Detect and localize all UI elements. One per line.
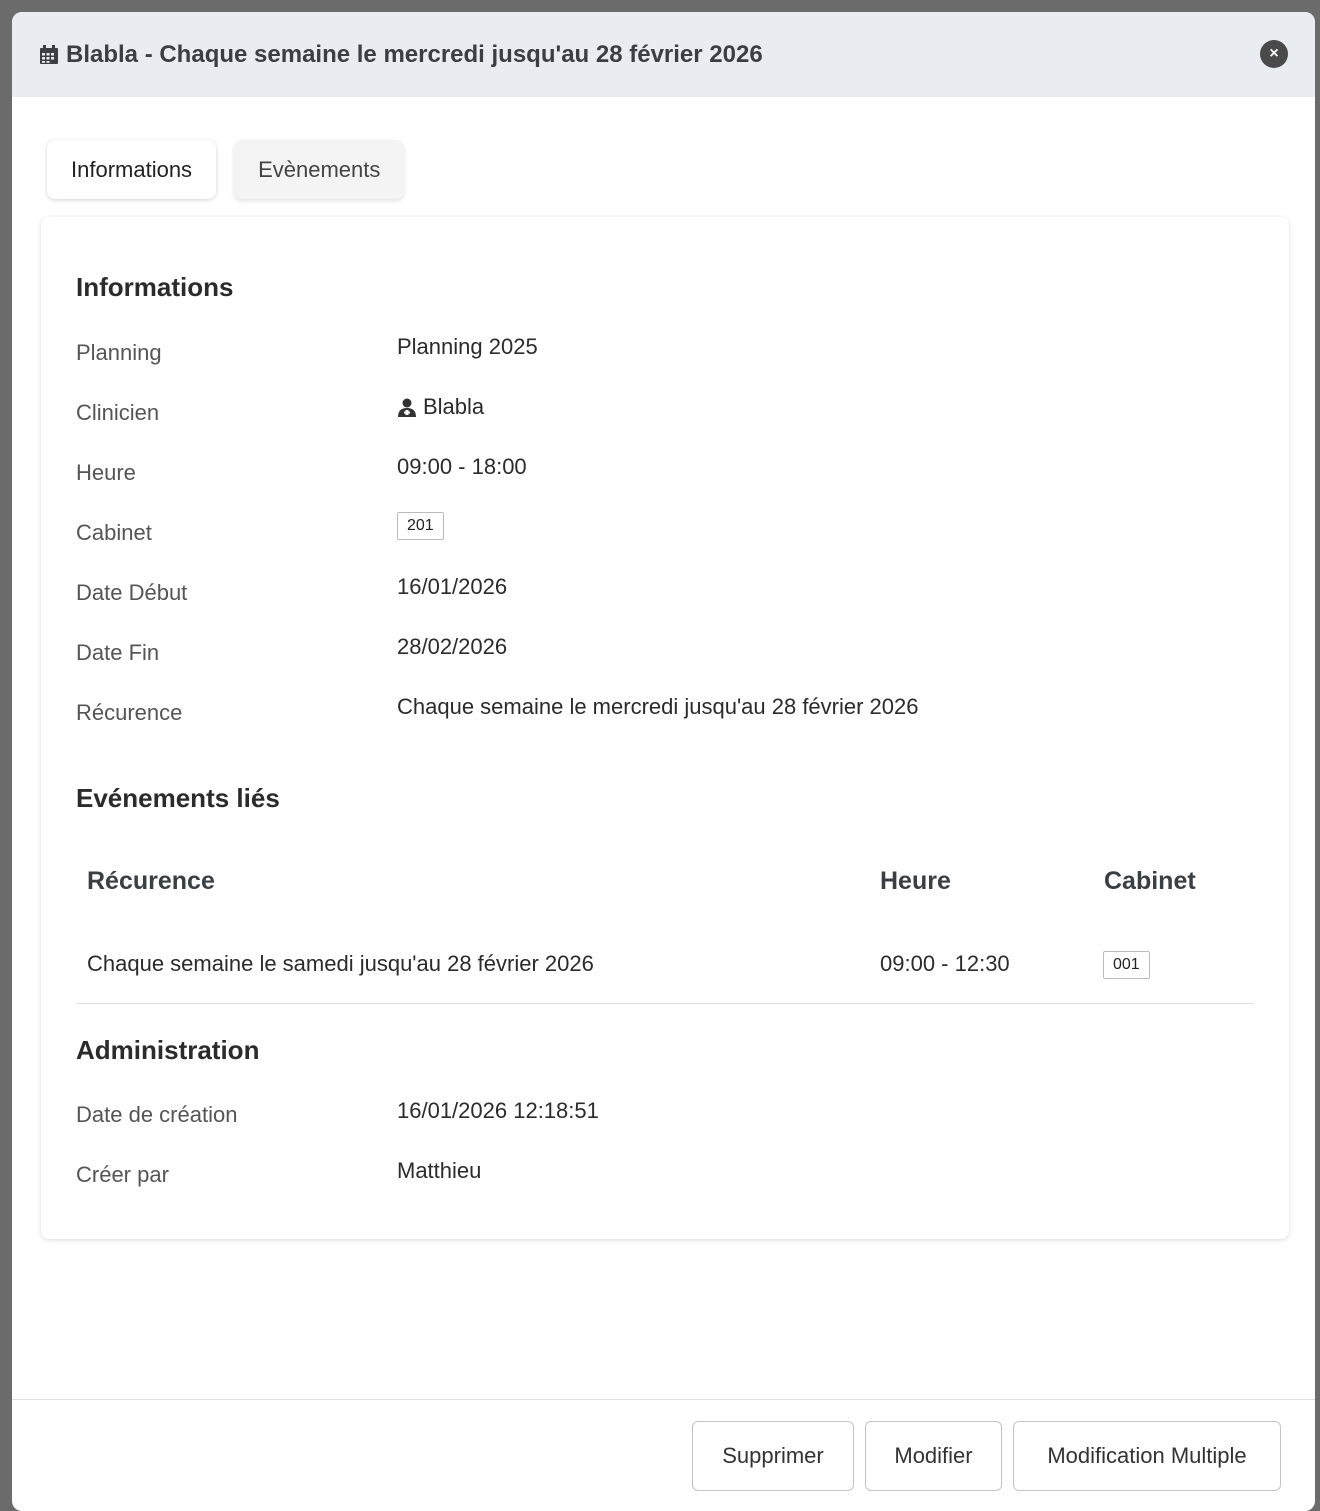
date-fin-label: Date Fin (76, 640, 160, 665)
calendar-icon (40, 44, 58, 64)
event-modal: Blabla - Chaque semaine le mercredi jusq… (12, 12, 1315, 1511)
table-header-cabinet: Cabinet (1104, 867, 1196, 895)
recurrence-value: Chaque semaine le mercredi jusqu'au 28 f… (397, 694, 919, 719)
cabinet-value: 201 (397, 512, 444, 540)
table-header-recurrence: Récurence (87, 867, 215, 895)
informations-card: Informations Planning Planning 2025 Clin… (41, 217, 1289, 1239)
table-cell-recurrence: Chaque semaine le samedi jusqu'au 28 fév… (87, 951, 594, 976)
section-title-administration: Administration (76, 1035, 260, 1065)
tab-informations[interactable]: Informations (47, 140, 217, 199)
clinicien-label: Clinicien (76, 400, 160, 425)
section-title-evenements-lies: Evénements liés (76, 783, 280, 813)
cabinet-label: Cabinet (76, 520, 152, 545)
cree-par-label: Créer par (76, 1162, 169, 1187)
modal-header: Blabla - Chaque semaine le mercredi jusq… (12, 12, 1315, 97)
user-doctor-icon (398, 398, 416, 417)
table-cell-heure: 09:00 - 12:30 (880, 951, 1010, 976)
table-divider (76, 1003, 1254, 1004)
footer-divider (12, 1399, 1315, 1400)
modal-title-text: Blabla - Chaque semaine le mercredi jusq… (66, 40, 763, 68)
date-creation-label: Date de création (76, 1102, 238, 1127)
multi-edit-button[interactable]: Modification Multiple (1013, 1421, 1281, 1491)
planning-value: Planning 2025 (397, 334, 538, 359)
modal-title: Blabla - Chaque semaine le mercredi jusq… (38, 41, 763, 69)
date-debut-label: Date Début (76, 580, 188, 605)
close-icon[interactable]: × (1260, 40, 1288, 68)
planning-label: Planning (76, 340, 162, 365)
date-debut-value: 16/01/2026 (397, 574, 508, 599)
cabinet-badge: 201 (397, 512, 444, 540)
cree-par-value: Matthieu (397, 1158, 482, 1183)
recurrence-label: Récurence (76, 700, 183, 725)
table-header-heure: Heure (880, 867, 951, 895)
heure-label: Heure (76, 460, 136, 485)
table-cell-cabinet: 001 (1103, 949, 1150, 979)
clinicien-value: Blabla (397, 394, 484, 420)
edit-button[interactable]: Modifier (865, 1421, 1002, 1491)
section-title-informations: Informations (76, 272, 234, 302)
date-creation-value: 16/01/2026 12:18:51 (397, 1098, 599, 1123)
clinicien-name: Blabla (423, 394, 485, 419)
date-fin-value: 28/02/2026 (397, 634, 508, 659)
cabinet-badge: 001 (1103, 951, 1150, 979)
tab-evenements[interactable]: Evènements (234, 140, 405, 199)
tab-bar: Informations Evènements (47, 140, 405, 199)
delete-button[interactable]: Supprimer (692, 1421, 854, 1491)
heure-value: 09:00 - 18:00 (397, 454, 527, 479)
